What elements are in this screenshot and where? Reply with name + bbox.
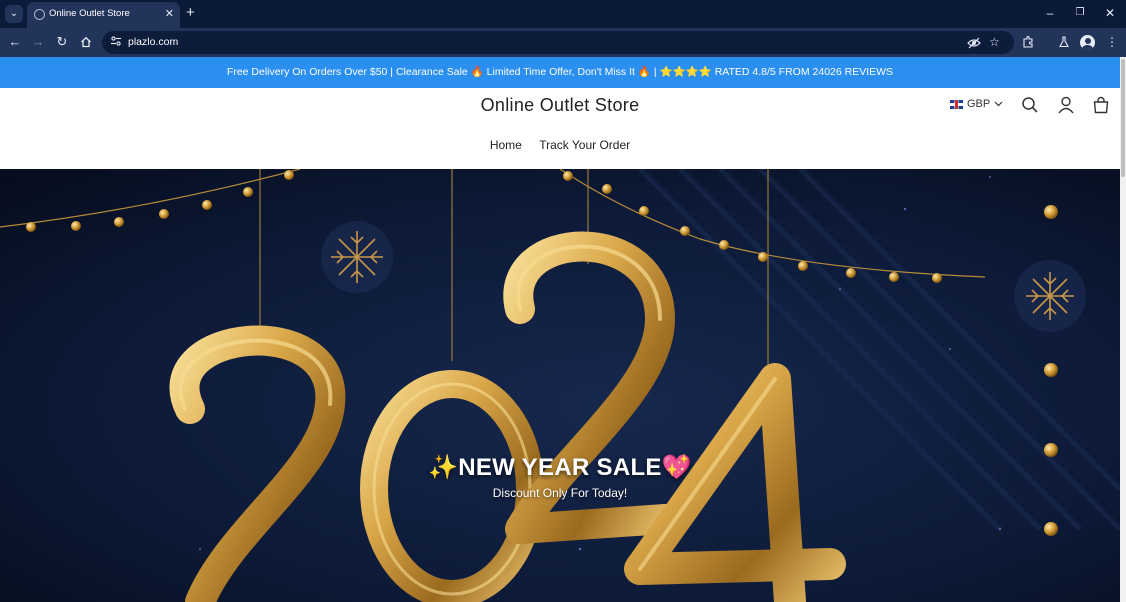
forward-icon[interactable]: →: [29, 33, 47, 51]
site-info-icon[interactable]: [110, 35, 122, 50]
hero-artwork: [0, 169, 1120, 602]
extensions-icon[interactable]: [1019, 33, 1037, 53]
url-text[interactable]: plazlo.com: [128, 36, 178, 48]
back-icon[interactable]: ←: [6, 33, 24, 51]
close-window-icon[interactable]: ✕: [1102, 4, 1118, 22]
kebab-menu-icon[interactable]: ⋮: [1103, 33, 1121, 51]
tab-search-icon[interactable]: ⌄: [5, 5, 23, 23]
nav-item-home[interactable]: Home: [490, 138, 522, 152]
main-nav: Home Track Your Order: [0, 138, 1120, 152]
page-scrollbar[interactable]: [1120, 57, 1126, 602]
browser-tab-bar: ⌄ Online Outlet Store ✕ + – ❐ ✕: [0, 0, 1126, 28]
plus-icon[interactable]: +: [186, 4, 195, 22]
labs-flask-icon[interactable]: [1055, 33, 1073, 53]
currency-label: GBP: [967, 98, 991, 110]
star-icon[interactable]: ☆: [989, 34, 1000, 51]
browser-toolbar: ← → ↻ plazlo.com ☆ ⋮: [0, 28, 1126, 57]
globe-icon: [34, 9, 45, 20]
site-header: Online Outlet Store GBP Home Track Your …: [0, 88, 1120, 169]
account-icon[interactable]: [1057, 96, 1075, 114]
hero-title: ✨NEW YEAR SALE💖: [428, 454, 692, 481]
address-bar[interactable]: plazlo.com ☆: [102, 31, 1014, 54]
uk-flag-icon: [950, 99, 963, 109]
cart-icon[interactable]: [1092, 96, 1110, 114]
tab-title: Online Outlet Store: [49, 8, 130, 19]
reload-icon[interactable]: ↻: [53, 33, 71, 51]
close-icon[interactable]: ✕: [165, 7, 174, 20]
hero-subtitle: Discount Only For Today!: [492, 486, 628, 500]
currency-selector[interactable]: GBP: [950, 98, 1003, 110]
eye-off-icon[interactable]: [967, 34, 981, 55]
home-icon[interactable]: [77, 33, 95, 51]
restore-icon[interactable]: ❐: [1072, 4, 1088, 22]
minimize-icon[interactable]: –: [1042, 4, 1058, 22]
browser-tab[interactable]: Online Outlet Store ✕: [27, 2, 180, 28]
chevron-down-icon: [994, 101, 1003, 107]
nav-item-track-order[interactable]: Track Your Order: [539, 138, 630, 152]
scrollbar-thumb[interactable]: [1121, 59, 1125, 177]
announcement-bar: Free Delivery On Orders Over $50 | Clear…: [0, 57, 1120, 88]
hero-banner[interactable]: ✨NEW YEAR SALE💖 Discount Only For Today!: [0, 169, 1120, 602]
profile-avatar-icon[interactable]: [1080, 35, 1095, 50]
search-icon[interactable]: [1021, 96, 1039, 114]
web-page: Free Delivery On Orders Over $50 | Clear…: [0, 57, 1126, 602]
